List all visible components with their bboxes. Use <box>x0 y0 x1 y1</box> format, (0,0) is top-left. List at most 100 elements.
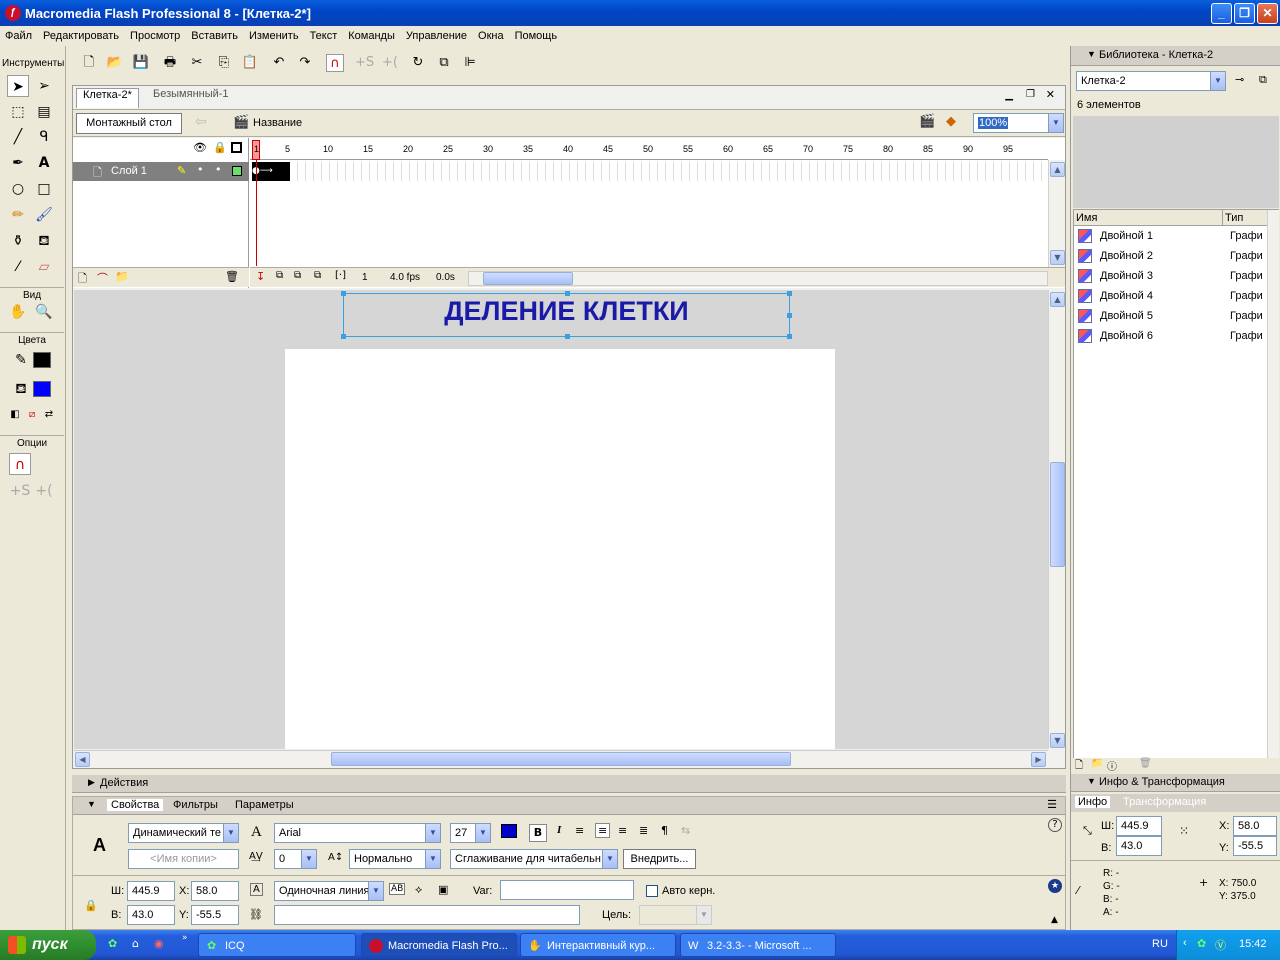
timeline-hscroll[interactable] <box>468 271 1048 286</box>
minimize-button[interactable]: _ <box>1211 3 1232 24</box>
copy-icon[interactable]: ⎘ <box>215 54 233 72</box>
stage-vscroll-thumb[interactable] <box>1050 462 1065 567</box>
onion-markers-icon[interactable]: [·] <box>335 270 346 281</box>
layer-lock-dot[interactable]: • <box>215 163 222 176</box>
doc-minimize-icon[interactable]: ▁ <box>1005 90 1013 101</box>
library-panel-header[interactable]: ▼ Библиотека - Клетка-2 <box>1071 46 1280 66</box>
anti-alias-select[interactable]: Сглаживание для читабельн ▼ <box>450 849 618 869</box>
show-hide-layers-icon[interactable]: 👁 <box>193 141 207 154</box>
info-y-field[interactable]: -55.5 <box>1233 836 1277 856</box>
insert-layer-icon[interactable]: 🗋 <box>78 270 87 289</box>
width-field[interactable]: 445.9 <box>127 881 175 901</box>
hscroll-thumb[interactable] <box>483 272 573 285</box>
zoom-dropdown-arrow[interactable]: ▼ <box>1048 114 1063 132</box>
swap-colors-icon[interactable]: ⇄ <box>38 404 60 426</box>
line-tool-icon[interactable]: ╱ <box>7 126 29 148</box>
edit-multiple-frames-icon[interactable]: ⧉ <box>314 270 321 281</box>
properties-icon[interactable]: ⓘ <box>1107 758 1117 773</box>
library-item[interactable]: Двойной 1 Графи <box>1078 226 1268 246</box>
cut-icon[interactable]: ✂ <box>188 54 206 72</box>
library-vscroll[interactable] <box>1267 210 1279 763</box>
delete-layer-icon[interactable]: 🗑 <box>225 270 239 283</box>
tab-parameters[interactable]: Параметры <box>235 799 294 811</box>
justify-icon[interactable]: ≣ <box>639 824 648 837</box>
bold-button[interactable]: B <box>529 824 547 842</box>
line-type-select[interactable]: Одиночная линия ▼ <box>274 881 384 901</box>
scroll-up-icon[interactable]: ▲ <box>1050 162 1065 177</box>
dropdown-arrow[interactable]: ▼ <box>602 850 617 868</box>
menu-modify[interactable]: Изменить <box>244 30 305 42</box>
html-tag-icon[interactable]: ⟡ <box>415 883 422 897</box>
fill-color-swatch[interactable] <box>33 381 51 397</box>
onion-outline-icon[interactable]: ⧉ <box>294 270 301 281</box>
layer-visible-dot[interactable]: • <box>197 163 204 176</box>
paragraph-format-icon[interactable]: ¶ <box>661 824 668 837</box>
layer-row-1[interactable]: 🗋 Слой 1 ✎ • • <box>73 162 249 181</box>
dropdown-arrow[interactable]: ▼ <box>1210 72 1225 90</box>
doc-restore-icon[interactable]: ❐ <box>1026 89 1035 100</box>
stage-scroll-down-icon[interactable]: ▼ <box>1050 733 1065 748</box>
dropdown-arrow[interactable]: ▼ <box>425 824 440 842</box>
smooth-icon[interactable]: +S <box>9 480 31 502</box>
zoom-tool-icon[interactable]: 🔍 <box>33 301 55 323</box>
menu-commands[interactable]: Команды <box>343 30 401 42</box>
align-center-icon[interactable]: ≡ <box>595 823 611 838</box>
library-item[interactable]: Двойной 4 Графи <box>1078 286 1268 306</box>
info-panel-header[interactable]: ▼ Инфо & Трансформация <box>1071 774 1280 792</box>
quicklaunch-icq-icon[interactable]: ✿ <box>108 937 117 950</box>
lock-proportions-icon[interactable]: 🔒 <box>84 899 98 912</box>
timeline-toggle-button[interactable]: Монтажный стол <box>76 113 182 134</box>
free-transform-tool-icon[interactable]: ⬚ <box>7 101 29 123</box>
tab-filters[interactable]: Фильтры <box>173 799 218 811</box>
tray-antivirus-icon[interactable]: Ⓥ <box>1215 937 1226 953</box>
snap-to-objects-icon[interactable]: ∩ <box>9 453 31 475</box>
stage-scroll-right-icon[interactable]: ▶ <box>1031 752 1046 767</box>
rectangle-tool-icon[interactable]: □ <box>33 178 55 200</box>
layer-1-frames[interactable]: ●⟶ <box>250 162 1048 181</box>
snap-magnet-icon[interactable]: ∩ <box>326 54 344 72</box>
instance-name-field[interactable]: <Имя копии> <box>128 849 239 869</box>
accessibility-icon[interactable]: ★ <box>1048 879 1062 893</box>
menu-window[interactable]: Окна <box>473 30 510 42</box>
text-field-selection[interactable]: ДЕЛЕНИЕ КЛЕТКИ <box>341 291 792 339</box>
onion-skin-icon[interactable]: ⧉ <box>276 270 283 281</box>
delete-item-icon[interactable]: 🗑 <box>1139 758 1152 769</box>
quicklaunch-desktop-icon[interactable]: ⌂ <box>132 937 139 950</box>
timeline-vscroll[interactable]: ▲ ▼ <box>1048 160 1065 267</box>
menu-help[interactable]: Помощь <box>510 30 564 42</box>
tab-kletka-2[interactable]: Клетка-2* <box>76 88 139 108</box>
menu-file[interactable]: Файл <box>0 30 38 42</box>
new-folder-icon[interactable]: 📁 <box>1091 758 1103 769</box>
resize-handle[interactable] <box>341 334 346 339</box>
ink-bottle-tool-icon[interactable]: ⚱ <box>7 230 29 252</box>
show-border-icon[interactable]: ▣ <box>438 883 448 896</box>
taskbar-item-course[interactable]: ✋ Интерактивный кур... <box>520 933 676 957</box>
render-html-icon[interactable]: AB <box>389 883 406 895</box>
resize-handle[interactable] <box>565 334 570 339</box>
font-size-field[interactable]: 27 ▼ <box>450 823 491 843</box>
library-doc-select[interactable]: Клетка-2 ▼ <box>1076 71 1226 91</box>
stage-canvas[interactable] <box>285 349 835 749</box>
resize-handle[interactable] <box>787 291 792 296</box>
add-motion-guide-icon[interactable]: ⌒ <box>97 270 108 286</box>
panel-options-icon[interactable]: ☰ <box>1047 798 1057 811</box>
straighten-icon[interactable]: +( <box>33 480 55 502</box>
library-item[interactable]: Двойной 5 Графи <box>1078 306 1268 326</box>
menu-text[interactable]: Текст <box>305 30 344 42</box>
quicklaunch-opera-icon[interactable]: ◉ <box>154 937 164 950</box>
url-link-field[interactable] <box>274 905 580 925</box>
library-item[interactable]: Двойной 3 Графи <box>1078 266 1268 286</box>
taskbar-item-word[interactable]: W 3.2-3.3- - Microsoft ... <box>680 933 836 957</box>
restore-button[interactable]: ❐ <box>1234 3 1255 24</box>
tab-info[interactable]: Инфо <box>1075 796 1111 808</box>
auto-kern-checkbox[interactable] <box>646 885 658 897</box>
start-button[interactable]: пуск <box>0 930 96 960</box>
embed-button[interactable]: Внедрить... <box>623 849 696 869</box>
taskbar-item-icq[interactable]: ✿ ICQ <box>198 933 356 957</box>
collapse-panel-icon[interactable]: ▲ <box>1051 915 1058 925</box>
tab-transform[interactable]: Трансформация <box>1123 796 1206 808</box>
library-item[interactable]: Двойной 2 Графи <box>1078 246 1268 266</box>
target-select[interactable]: ▼ <box>639 905 712 925</box>
tab-untitled-1[interactable]: Безымянный-1 <box>147 88 235 108</box>
menu-insert[interactable]: Вставить <box>186 30 244 42</box>
